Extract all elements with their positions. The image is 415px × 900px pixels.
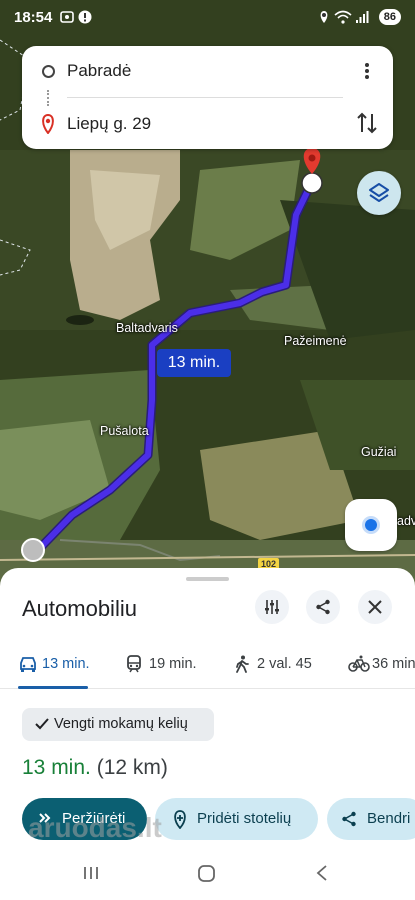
route-duration: 13 min. [22, 756, 91, 779]
status-bar: 18:54 86 [0, 0, 415, 34]
watermark: aruodas.lt [28, 812, 162, 843]
route-distance: (12 km) [96, 756, 168, 779]
tab-transit[interactable]: 19 min. [125, 652, 205, 680]
check-icon [35, 718, 49, 730]
add-location-icon [174, 810, 186, 829]
share-route-button[interactable]: Bendri [327, 798, 415, 840]
more-options-button[interactable] [357, 60, 377, 82]
route-input-card: Pabradė Liepų g. 29 [22, 46, 393, 149]
origin-field[interactable]: Pabradė [67, 61, 131, 81]
tab-walking-label: 2 val. 45 [257, 656, 312, 672]
add-stops-button[interactable]: Pridėti stotelių [155, 798, 318, 840]
swap-vert-icon [357, 112, 377, 134]
destination-pin-small-icon [42, 114, 54, 134]
map-label-guziai: Gužiai [361, 445, 397, 459]
divider [67, 97, 343, 98]
my-location-icon [365, 519, 377, 531]
tab-cycling-label: 36 min [372, 656, 415, 672]
tune-icon [265, 600, 279, 614]
location-icon [320, 11, 328, 23]
tab-cycling[interactable]: 36 min [348, 652, 415, 680]
close-button[interactable] [358, 590, 392, 624]
bike-icon [348, 655, 370, 672]
origin-circle-icon [42, 65, 55, 78]
avoid-tolls-label: Vengti mokamų kelių [54, 716, 188, 732]
signal-icon [356, 11, 369, 23]
system-navigation-bar [0, 850, 415, 900]
route-options-button[interactable] [255, 590, 289, 624]
share-button[interactable] [306, 590, 340, 624]
active-tab-indicator [18, 686, 88, 689]
home-icon[interactable] [197, 864, 217, 884]
destination-field[interactable]: Liepų g. 29 [67, 114, 151, 134]
share-icon [316, 599, 330, 615]
origin-row[interactable]: Pabradė [22, 51, 393, 91]
car-icon [20, 657, 36, 672]
tab-transit-label: 19 min. [149, 656, 197, 672]
sheet-drag-handle[interactable] [186, 577, 229, 581]
layers-icon [369, 183, 389, 202]
map-label-pazeimene: Pažeimenė [284, 334, 347, 348]
wifi-icon [334, 10, 352, 24]
avoid-tolls-chip[interactable]: Vengti mokamų kelių [22, 708, 214, 741]
alert-icon [78, 10, 92, 24]
back-icon[interactable] [314, 864, 330, 882]
map-label-partial: adv [397, 514, 415, 528]
tab-walking[interactable]: 2 val. 45 [233, 652, 323, 680]
tab-driving[interactable]: 13 min. [18, 652, 96, 680]
destination-row[interactable]: Liepų g. 29 [22, 104, 393, 144]
map-layers-button[interactable] [357, 171, 401, 215]
route-summary: 13 min. (12 km) [22, 756, 168, 780]
share-route-label: Bendri [367, 810, 411, 827]
origin-marker-icon[interactable] [21, 538, 45, 562]
map-label-baltadvaris: Baltadvaris [116, 321, 178, 335]
close-icon [368, 600, 382, 614]
swap-route-button[interactable] [355, 110, 379, 136]
add-stops-label: Pridėti stotelių [197, 810, 292, 827]
route-time-badge[interactable]: 13 min. [157, 349, 231, 377]
share-icon [342, 811, 356, 827]
travel-mode-title: Automobiliu [22, 596, 137, 621]
train-icon [127, 655, 141, 673]
battery-indicator: 86 [378, 9, 401, 25]
more-vert-icon [365, 63, 369, 79]
map-label-pusalota: Pušalota [100, 424, 149, 438]
tab-driving-label: 13 min. [42, 656, 90, 672]
status-time: 18:54 [14, 9, 53, 26]
recent-apps-icon[interactable] [82, 864, 100, 882]
travel-mode-tabs: 13 min. 19 min. 2 val. 45 36 min [0, 644, 415, 689]
walk-icon [236, 655, 249, 673]
screen-record-icon [60, 11, 74, 23]
my-location-button[interactable] [345, 499, 397, 551]
